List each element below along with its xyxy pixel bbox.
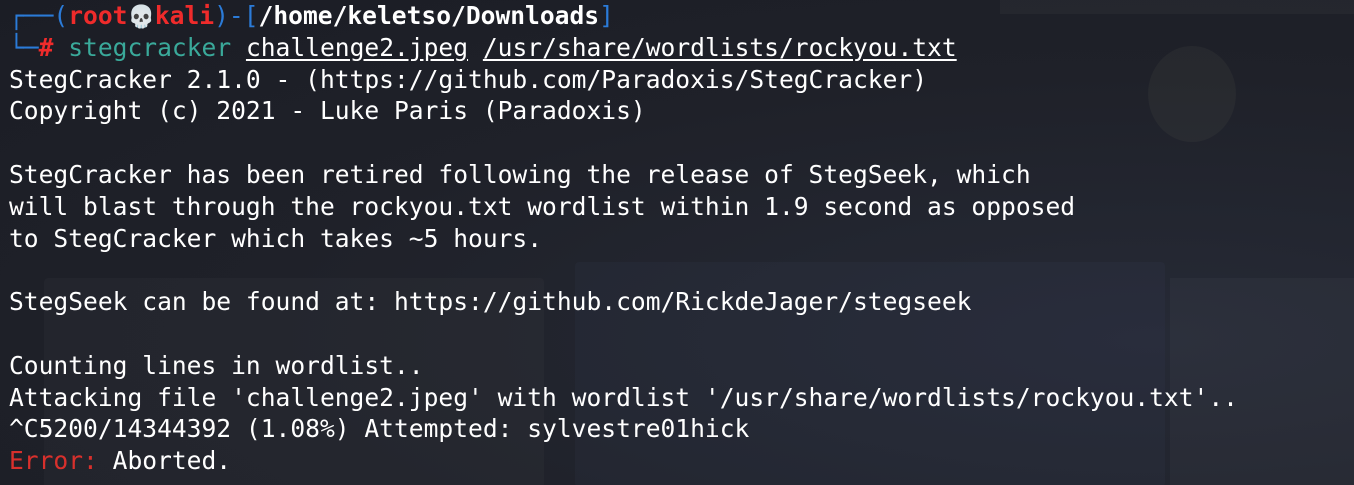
progress-line: ^C5200/14344392 (1.08%) Attempted: sylve… xyxy=(9,414,750,444)
prompt-cwd: /home/keletso/Downloads xyxy=(258,1,600,30)
command-arg-image: challenge2.jpeg xyxy=(245,32,469,62)
command-line[interactable]: └─# stegcracker challenge2.jpeg /usr/sha… xyxy=(9,32,1354,64)
command-name: stegcracker xyxy=(68,32,232,62)
terminal-output: ┌──(root💀kali)-[/home/keletso/Downloads]… xyxy=(9,0,1354,477)
prompt-host: kali xyxy=(154,1,215,30)
skull-icon: 💀 xyxy=(127,5,155,30)
prompt-close-bracket: ] xyxy=(599,1,614,30)
output-line: Counting lines in wordlist.. xyxy=(9,350,424,380)
output-line: Attacking file 'challenge2.jpeg' with wo… xyxy=(9,382,1238,412)
command-arg-wordlist: /usr/share/wordlists/rockyou.txt xyxy=(482,32,957,62)
prompt-line-top: ┌──(root💀kali)-[/home/keletso/Downloads] xyxy=(9,0,1354,32)
prompt-user: root xyxy=(68,1,128,30)
output-line: StegCracker 2.1.0 - (https://github.com/… xyxy=(9,64,928,94)
error-message: Aborted. xyxy=(97,446,232,476)
terminal-window[interactable]: ┌──(root💀kali)-[/home/keletso/Downloads]… xyxy=(0,0,1354,485)
error-line: Error: Aborted. xyxy=(9,445,1354,477)
prompt-frame-bottom: └─ xyxy=(9,32,39,62)
prompt-frame-top: ┌──( xyxy=(9,1,69,30)
output-line: StegCracker has been retired following t… xyxy=(9,159,1031,189)
output-line: will blast through the rockyou.txt wordl… xyxy=(9,191,1076,221)
output-line: to StegCracker which takes ~5 hours. xyxy=(9,223,543,253)
prompt-separator: )-[ xyxy=(214,1,259,30)
prompt-hash: # xyxy=(38,32,54,62)
output-line: Copyright (c) 2021 - Luke Paris (Paradox… xyxy=(9,96,646,126)
error-label: Error: xyxy=(9,446,98,476)
output-line: StegSeek can be found at: https://github… xyxy=(9,287,972,317)
